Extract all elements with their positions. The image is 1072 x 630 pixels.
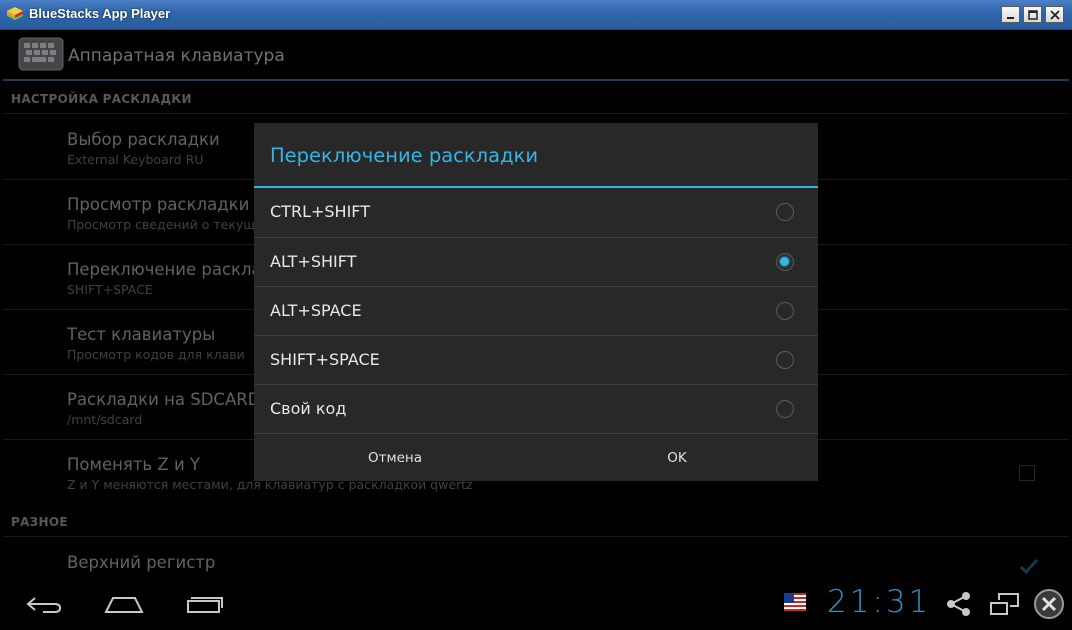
android-screen: Аппаратная клавиатура НАСТРОЙКА РАСКЛАДК… xyxy=(3,30,1069,627)
option-ctrl-shift[interactable]: CTRL+SHIFT xyxy=(254,188,818,237)
option-label: CTRL+SHIFT xyxy=(270,202,370,221)
minimize-button[interactable] xyxy=(1001,6,1020,23)
radio-button[interactable] xyxy=(776,400,794,418)
radio-button[interactable] xyxy=(776,302,794,320)
radio-button[interactable] xyxy=(776,203,794,221)
option-shift-space[interactable]: SHIFT+SPACE xyxy=(254,335,818,384)
maximize-button[interactable] xyxy=(1023,6,1042,23)
home-icon[interactable] xyxy=(103,594,145,614)
minimize-icon xyxy=(1007,17,1014,19)
option-label: Свой код xyxy=(270,399,347,418)
option-alt-shift[interactable]: ALT+SHIFT xyxy=(254,237,818,286)
recent-apps-icon[interactable] xyxy=(185,592,223,614)
option-label: SHIFT+SPACE xyxy=(270,350,380,369)
option-alt-space[interactable]: ALT+SPACE xyxy=(254,286,818,335)
cancel-button[interactable]: Отмена xyxy=(254,434,536,482)
bluestacks-logo-icon xyxy=(7,7,23,20)
close-icon xyxy=(1049,9,1060,20)
option-label: ALT+SHIFT xyxy=(270,252,357,271)
radio-button-selected[interactable] xyxy=(776,253,794,271)
layout-switch-dialog: Переключение раскладки CTRL+SHIFT ALT+SH… xyxy=(254,123,818,481)
back-icon[interactable] xyxy=(25,595,63,615)
option-custom-code[interactable]: Свой код xyxy=(254,384,818,433)
close-circle-icon[interactable] xyxy=(1033,588,1065,620)
us-flag-icon xyxy=(784,593,806,611)
share-icon[interactable] xyxy=(946,591,972,617)
close-button[interactable] xyxy=(1045,6,1064,23)
maximize-icon xyxy=(1027,9,1038,20)
radio-button[interactable] xyxy=(776,351,794,369)
option-label: ALT+SPACE xyxy=(270,301,362,320)
ok-button[interactable]: OK xyxy=(536,434,818,482)
dialog-button-bar: Отмена OK xyxy=(254,433,818,481)
window-titlebar: BlueStacks App Player xyxy=(0,0,1072,30)
clock: 21:31 xyxy=(827,584,932,620)
window-title: BlueStacks App Player xyxy=(29,6,171,21)
window-icon[interactable] xyxy=(989,591,1021,617)
dialog-title: Переключение раскладки xyxy=(270,144,539,167)
